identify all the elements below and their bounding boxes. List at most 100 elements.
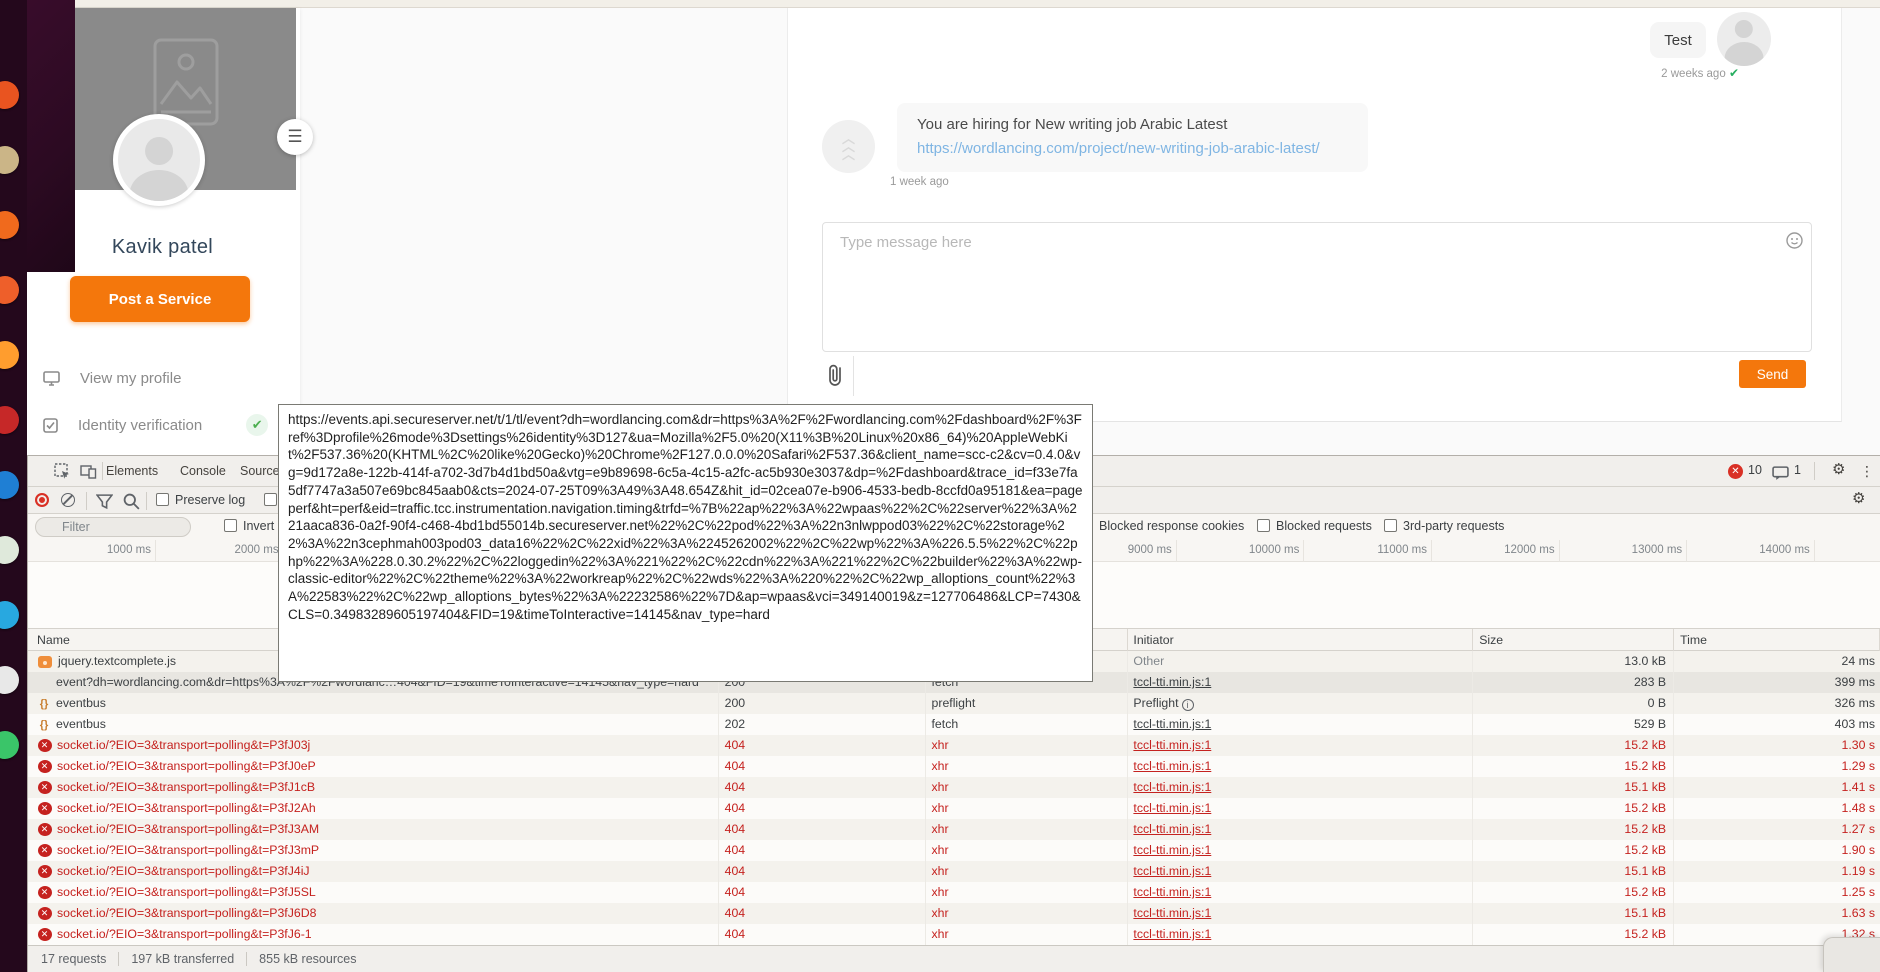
request-size: 15.1 kB: [1473, 777, 1674, 798]
app-store-dock-icon[interactable]: [0, 211, 19, 239]
message-title: You are hiring for New writing job Arabi…: [917, 116, 1348, 133]
ruler-tick-label: 14000 ms: [1759, 544, 1810, 556]
text-editor-dock-icon[interactable]: [0, 666, 19, 694]
initiator-link[interactable]: tccl-tti.min.js:1: [1133, 675, 1211, 689]
request-time: 1.29 s: [1674, 756, 1880, 777]
failed-request-icon: ✕: [38, 739, 52, 752]
column-header-size[interactable]: Size: [1473, 629, 1674, 651]
message-link[interactable]: https://wordlancing.com/project/new-writ…: [917, 140, 1348, 157]
message-time: 1 week ago: [890, 176, 949, 188]
peer-message-bubble: Test: [1650, 22, 1706, 58]
sidebar-item-view-profile[interactable]: View my profile: [43, 370, 181, 387]
request-time: 1.90 s: [1674, 840, 1880, 861]
request-name: socket.io/?EIO=3&transport=polling&t=P3f…: [57, 735, 310, 756]
table-row[interactable]: ✕socket.io/?EIO=3&transport=polling&t=P3…: [28, 756, 1880, 777]
initiator-link[interactable]: tccl-tti.min.js:1: [1133, 927, 1211, 941]
request-initiator: tccl-tti.min.js:1: [1128, 819, 1473, 840]
attachment-icon[interactable]: [824, 362, 848, 388]
request-type: xhr: [926, 819, 1129, 840]
error-count[interactable]: 10: [1748, 463, 1762, 477]
more-options-icon[interactable]: ⋮: [1854, 456, 1880, 486]
table-row[interactable]: ✕socket.io/?EIO=3&transport=polling&t=P3…: [28, 861, 1880, 882]
corner-overlay[interactable]: [1823, 937, 1880, 972]
initiator-link[interactable]: tccl-tti.min.js:1: [1133, 801, 1211, 815]
filter-input[interactable]: Filter: [35, 517, 191, 537]
monitor-icon: [43, 371, 60, 386]
message-input[interactable]: [840, 234, 1770, 339]
clear-network-log-button[interactable]: [61, 493, 75, 507]
request-status: 404: [719, 840, 926, 861]
browser-page: Kavik patel Post a Service View my profi…: [75, 0, 1880, 455]
initiator-link[interactable]: tccl-tti.min.js:1: [1133, 885, 1211, 899]
app-red-z-dock-icon[interactable]: [0, 406, 19, 434]
blocked-cookies-checkbox[interactable]: Blocked response cookies: [1080, 519, 1244, 533]
spotify-dock-icon[interactable]: [0, 731, 19, 759]
profile-menu-button[interactable]: ☰: [277, 119, 313, 155]
settings-gear-icon[interactable]: ⚙: [1826, 455, 1851, 485]
initiator-link[interactable]: tccl-tti.min.js:1: [1133, 717, 1211, 731]
divider: [1814, 462, 1815, 480]
clock-dock-icon[interactable]: [0, 536, 19, 564]
table-row[interactable]: ✕socket.io/?EIO=3&transport=polling&t=P3…: [28, 819, 1880, 840]
column-header-time[interactable]: Time: [1674, 629, 1880, 651]
network-settings-gear-icon[interactable]: ⚙: [1846, 484, 1871, 514]
blocked-requests-checkbox[interactable]: Blocked requests: [1257, 519, 1372, 533]
preserve-log-checkbox[interactable]: Preserve log: [156, 493, 245, 507]
request-time: 403 ms: [1674, 714, 1880, 735]
record-network-log-button[interactable]: [35, 493, 49, 507]
third-party-requests-checkbox[interactable]: 3rd-party requests: [1384, 519, 1504, 533]
table-row[interactable]: ✕socket.io/?EIO=3&transport=polling&t=P3…: [28, 840, 1880, 861]
request-size: 15.2 kB: [1473, 924, 1674, 945]
divider: [118, 952, 119, 966]
issues-icon[interactable]: [1772, 465, 1789, 482]
table-row[interactable]: ✕socket.io/?EIO=3&transport=polling&t=P3…: [28, 882, 1880, 903]
initiator-link[interactable]: tccl-tti.min.js:1: [1133, 759, 1211, 773]
request-name: socket.io/?EIO=3&transport=polling&t=P3f…: [57, 777, 315, 798]
initiator-link[interactable]: tccl-tti.min.js:1: [1133, 780, 1211, 794]
initiator-link[interactable]: tccl-tti.min.js:1: [1133, 822, 1211, 836]
column-header-initiator[interactable]: Initiator: [1128, 629, 1473, 651]
request-time: 1.63 s: [1674, 903, 1880, 924]
filter-funnel-icon[interactable]: [96, 493, 113, 510]
search-icon[interactable]: [123, 493, 140, 510]
table-row[interactable]: ✕ socket.io/?EIO=3&transport=polling&t=P3…: [28, 735, 1880, 756]
request-type: xhr: [926, 924, 1129, 945]
sidebar-item-identity-verification[interactable]: Identity verification ✔: [43, 414, 268, 436]
initiator-link[interactable]: tccl-tti.min.js:1: [1133, 843, 1211, 857]
table-row[interactable]: {}eventbus 200 preflight Preflighti 0 B …: [28, 693, 1880, 714]
files-dock-icon[interactable]: [0, 146, 19, 174]
post-service-button[interactable]: Post a Service: [70, 276, 250, 322]
table-row[interactable]: ✕ socket.io/?EIO=3&transport=polling&t=P3…: [28, 777, 1880, 798]
request-initiator: tccl-tti.min.js:1: [1128, 756, 1473, 777]
tab-elements[interactable]: Elements: [100, 456, 164, 486]
app-orange-dock-icon[interactable]: [0, 81, 19, 109]
initiator-link[interactable]: tccl-tti.min.js:1: [1133, 864, 1211, 878]
tab-console[interactable]: Console: [174, 456, 232, 486]
vscode-dock-icon[interactable]: [0, 471, 19, 499]
divider: [853, 356, 854, 396]
inspect-element-icon[interactable]: [54, 463, 71, 480]
table-row[interactable]: ✕socket.io/?EIO=3&transport=polling&t=P3…: [28, 903, 1880, 924]
initiator-link[interactable]: tccl-tti.min.js:1: [1133, 906, 1211, 920]
image-placeholder-icon: [153, 38, 219, 126]
request-name: socket.io/?EIO=3&transport=polling&t=P3f…: [57, 903, 316, 924]
tasks-dock-icon[interactable]: [0, 276, 19, 304]
preflight-info-icon[interactable]: i: [1182, 699, 1194, 711]
invert-checkbox[interactable]: Invert: [224, 519, 274, 533]
sublime-text-dock-icon[interactable]: [0, 341, 19, 369]
error-count-icon[interactable]: ✕: [1728, 464, 1743, 479]
table-row[interactable]: ✕socket.io/?EIO=3&transport=polling&t=P3…: [28, 798, 1880, 819]
request-name: socket.io/?EIO=3&transport=polling&t=P3f…: [57, 882, 316, 903]
failed-request-icon: ✕: [38, 781, 52, 794]
device-toolbar-icon[interactable]: [80, 463, 97, 480]
table-row[interactable]: ✕socket.io/?EIO=3&transport=polling&t=P3…: [28, 924, 1880, 945]
initiator-link[interactable]: tccl-tti.min.js:1: [1133, 738, 1211, 752]
send-button[interactable]: Send: [1739, 360, 1806, 388]
table-row[interactable]: {}eventbus 202 fetch tccl-tti.min.js:1 5…: [28, 714, 1880, 735]
ruler-tick-label: 13000 ms: [1632, 544, 1683, 556]
issues-count[interactable]: 1: [1794, 463, 1801, 477]
request-time: 1.30 s: [1674, 735, 1880, 756]
skype-dock-icon[interactable]: [0, 601, 19, 629]
emoji-icon[interactable]: [1786, 232, 1803, 249]
profile-avatar[interactable]: [113, 114, 205, 206]
